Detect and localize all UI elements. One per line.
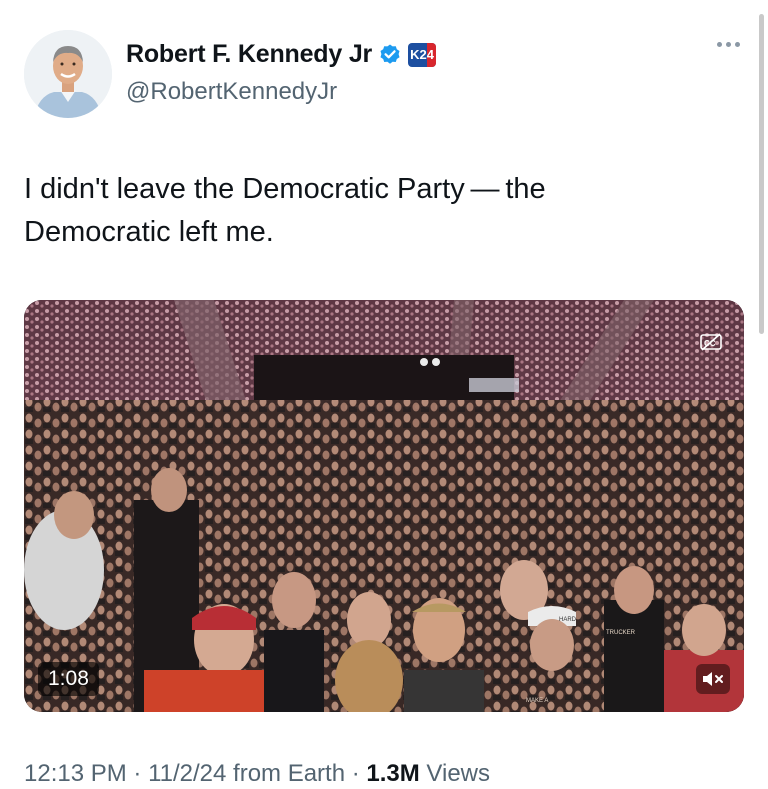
display-name[interactable]: Robert F. Kennedy Jr xyxy=(126,40,372,69)
verified-badge-icon xyxy=(380,44,400,64)
tweet-source: from Earth xyxy=(226,760,346,787)
avatar[interactable] xyxy=(24,30,112,118)
cap-text-1: HARD xyxy=(559,617,577,623)
more-options-icon[interactable] xyxy=(717,42,740,47)
scrollbar[interactable] xyxy=(759,14,764,334)
tweet-text: I didn't leave the Democratic Party — th… xyxy=(24,168,724,254)
tweet-meta: 12:13 PM · 11/2/24 from Earth · 1.3M Vie… xyxy=(24,760,490,788)
tweet-time[interactable]: 12:13 PM xyxy=(24,760,127,787)
views-count: 1.3M xyxy=(366,760,420,787)
volume-muted-icon xyxy=(703,672,723,686)
cap-text-2: TRUCKER xyxy=(606,630,636,636)
affiliation-badge-icon: K24 xyxy=(408,42,437,67)
captions-icon[interactable]: CC xyxy=(700,332,722,352)
mute-button[interactable] xyxy=(696,664,730,694)
shirt-text: MAKE A xyxy=(526,698,548,704)
tweet-date[interactable]: 11/2/24 xyxy=(148,760,226,787)
video-thumbnail: HARD TRUCKER MAKE A xyxy=(24,300,744,712)
video-player[interactable]: HARD TRUCKER MAKE A CC 1:08 xyxy=(24,300,744,712)
author-name-row[interactable]: Robert F. Kennedy Jr K24 xyxy=(126,40,437,69)
video-duration: 1:08 xyxy=(38,662,99,696)
meta-separator: · xyxy=(345,760,367,787)
tweet-text-line-1: I didn't leave the Democratic Party — th… xyxy=(24,173,546,205)
user-handle[interactable]: @RobertKennedyJr xyxy=(126,78,337,106)
avatar-portrait xyxy=(24,30,112,118)
views-label: Views xyxy=(419,760,491,787)
meta-separator: · xyxy=(126,760,149,787)
tweet-text-line-2: Democratic left me. xyxy=(24,216,274,248)
